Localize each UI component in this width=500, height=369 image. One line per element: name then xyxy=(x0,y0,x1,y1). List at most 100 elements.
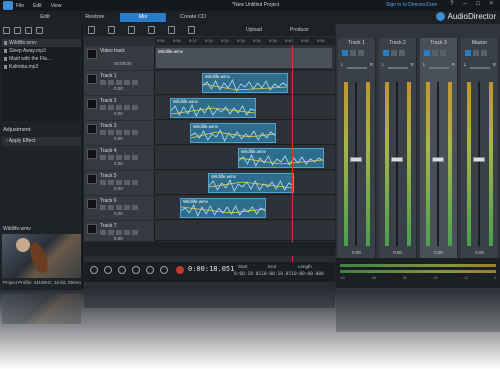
brand-logo-icon xyxy=(435,12,445,21)
loop-icon[interactable] xyxy=(168,26,175,34)
next-icon[interactable] xyxy=(146,266,154,274)
track-value: 0.00 xyxy=(114,161,123,166)
channel-db: 0.00 xyxy=(475,250,484,255)
skip-end-icon[interactable] xyxy=(160,266,168,274)
track-value: 0.00 xyxy=(114,186,123,191)
mode-edit[interactable]: Edit xyxy=(30,13,60,22)
level-meter xyxy=(426,82,430,246)
mode-restore[interactable]: Restore xyxy=(80,13,110,22)
track-header: Track 4 0.00 xyxy=(84,146,155,170)
audio-clip[interactable]: Wildlife.wmv xyxy=(180,198,266,218)
playhead[interactable] xyxy=(292,45,293,264)
window-controls[interactable]: ? – □ × xyxy=(450,1,497,7)
adjustment-header: Adjustment xyxy=(3,127,31,133)
end-value[interactable]: 0:00:18.051 xyxy=(264,272,294,277)
length-label: Length xyxy=(298,264,312,269)
ruler-tick: 0:40 xyxy=(285,38,293,43)
track-row[interactable]: Track 2 0.00 Wildlife.wmv xyxy=(84,96,335,120)
video-preview xyxy=(2,234,81,278)
list-item[interactable]: Maid with the Fla... xyxy=(2,55,81,63)
audio-track-icon xyxy=(87,149,97,159)
channel-buttons[interactable] xyxy=(383,50,413,56)
ruler-tick: 0:15 xyxy=(205,38,213,43)
pan-slider[interactable] xyxy=(388,67,408,69)
track-controls[interactable] xyxy=(100,80,150,85)
play-icon[interactable] xyxy=(90,266,98,274)
volume-fader[interactable] xyxy=(473,157,485,163)
channel-buttons[interactable] xyxy=(465,50,495,56)
audio-clip[interactable]: Wildlife.wmv xyxy=(202,73,288,93)
audio-clip[interactable]: Wildlife.wmv xyxy=(238,148,324,168)
level-meter xyxy=(366,82,370,246)
track-row-video[interactable]: Video track 00:00:00 Wildlife.wmv xyxy=(84,46,335,70)
fader-track xyxy=(355,82,357,246)
track-name: Track 6 xyxy=(100,198,117,204)
meter-left xyxy=(340,264,496,267)
channel-name: Track 3 xyxy=(430,40,447,46)
waveform xyxy=(209,178,293,192)
record-icon[interactable] xyxy=(14,26,21,34)
signin-link[interactable]: Sign in to DirectorZone xyxy=(386,2,437,8)
audio-clip[interactable]: Wildlife.wmv xyxy=(170,98,256,118)
volume-fader[interactable] xyxy=(350,157,362,163)
menu-edit[interactable]: Edit xyxy=(33,3,42,9)
track-controls[interactable] xyxy=(100,205,150,210)
menu-view[interactable]: View xyxy=(51,3,62,9)
track-controls[interactable] xyxy=(100,180,150,185)
audio-clip[interactable]: Wildlife.wmv xyxy=(190,123,276,143)
download-icon[interactable] xyxy=(25,26,32,34)
fader-track xyxy=(478,82,480,246)
track-controls[interactable] xyxy=(100,230,150,235)
start-value[interactable]: 0:00:18.051 xyxy=(234,272,264,277)
cloud-icon[interactable] xyxy=(36,26,43,34)
track-row[interactable]: Track 6 0.00 Wildlife.wmv xyxy=(84,196,335,220)
cut-icon[interactable] xyxy=(88,26,95,34)
timeline-panel: Upload Produce 0:00 0:05 0:10 0:15 0:20 … xyxy=(84,24,335,290)
apply-effect-button[interactable]: › Apply Effect xyxy=(2,137,81,146)
previous-icon[interactable] xyxy=(132,266,140,274)
pan-slider[interactable] xyxy=(470,67,490,69)
track-controls[interactable] xyxy=(100,105,150,110)
menu-bar: File Edit View *New Untitled Project Sig… xyxy=(0,0,500,11)
level-meter xyxy=(467,82,471,246)
pan-slider[interactable] xyxy=(429,67,449,69)
volume-fader[interactable] xyxy=(432,157,444,163)
list-item[interactable]: Wildlife.wmv xyxy=(2,39,81,47)
track-row[interactable]: Track 1 0.00 Wildlife.wmv xyxy=(84,71,335,95)
record-button[interactable] xyxy=(176,266,184,274)
length-value[interactable]: 0:00:00.000 xyxy=(294,272,324,277)
menu-file[interactable]: File xyxy=(16,3,24,9)
fade-icon[interactable] xyxy=(128,26,135,34)
volume-fader[interactable] xyxy=(391,157,403,163)
preview-person xyxy=(16,238,30,252)
stop-icon[interactable] xyxy=(104,266,112,274)
start-label: Start xyxy=(238,264,248,269)
track-row[interactable]: Track 4 0.00 Wildlife.wmv xyxy=(84,146,335,170)
trim-icon[interactable] xyxy=(108,26,115,34)
list-item[interactable]: Sleep Away.mp3 xyxy=(2,47,81,55)
produce-button[interactable]: Produce xyxy=(290,26,309,34)
channel-name: Master xyxy=(471,40,488,46)
ruler-tick: 0:45 xyxy=(301,38,309,43)
track-row[interactable]: Track 7 0.00 xyxy=(84,221,335,241)
mode-mix[interactable]: Mix xyxy=(120,13,166,22)
track-value: 0.00 xyxy=(114,136,123,141)
loop-icon[interactable] xyxy=(118,266,126,274)
track-controls[interactable] xyxy=(100,130,150,135)
track-row[interactable]: Track 5 0.00 Wildlife.wmv xyxy=(84,171,335,195)
track-row[interactable]: Track 3 0.00 Wildlife.wmv xyxy=(84,121,335,145)
split-icon[interactable] xyxy=(148,26,155,34)
upload-button[interactable]: Upload xyxy=(246,26,262,34)
audio-clip[interactable]: Wildlife.wmv xyxy=(208,173,294,193)
timeline-ruler[interactable]: 0:00 0:05 0:10 0:15 0:20 0:25 0:30 0:35 … xyxy=(155,37,335,45)
snap-icon[interactable] xyxy=(188,26,195,34)
channel-buttons[interactable] xyxy=(342,50,372,56)
channel-buttons[interactable] xyxy=(424,50,454,56)
timeline-scrollbar[interactable] xyxy=(84,242,335,256)
list-item[interactable]: Kalimba.mp3 xyxy=(2,63,81,71)
import-icon[interactable] xyxy=(3,26,10,34)
pan-slider[interactable] xyxy=(347,67,367,69)
video-clip[interactable]: Wildlife.wmv xyxy=(156,48,332,68)
track-controls[interactable] xyxy=(100,155,150,160)
mode-create-cd[interactable]: Create CD xyxy=(176,13,210,22)
